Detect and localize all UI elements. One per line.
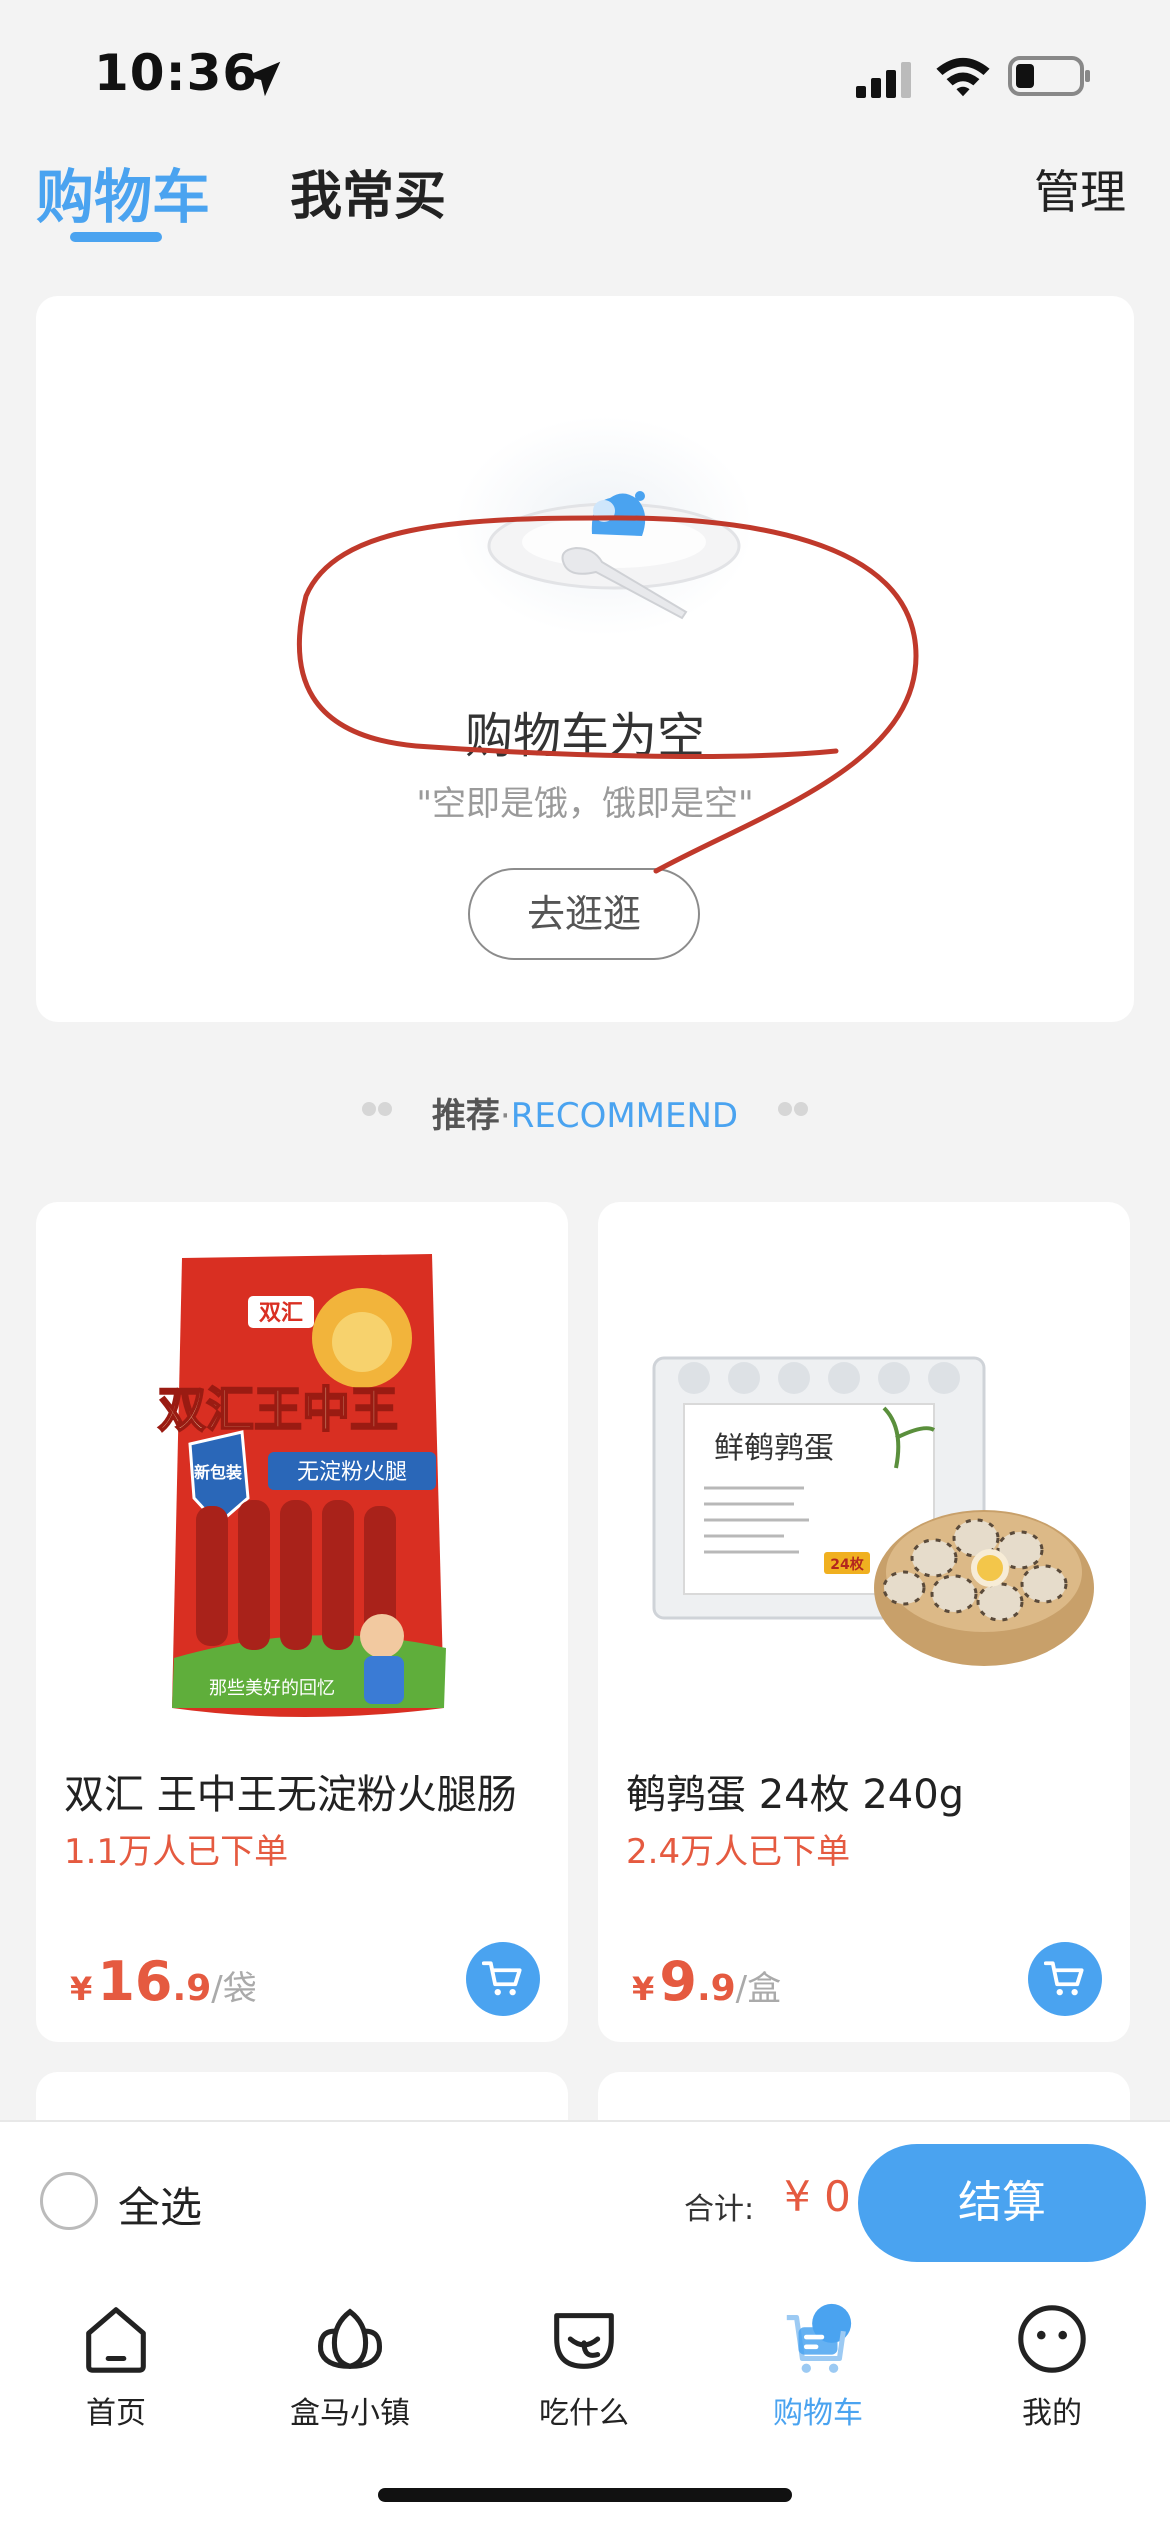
package-slogan-text: 那些美好的回忆 [209,1678,335,1699]
battery-icon [1008,56,1090,96]
nav-label: 我的 [1022,2396,1082,2431]
status-time: 10:36 [94,44,259,102]
price-unit: /袋 [211,1969,257,2009]
checkout-bar: 全选 合计: ¥ 0 结算 [0,2120,1170,2270]
recommend-separator: · [499,1096,511,1136]
price-integer: 16 [97,1950,173,2013]
tab-frequently-bought[interactable]: 我常买 [290,154,446,229]
bowl-icon [554,2313,614,2369]
tab-shopping-cart[interactable]: 购物车 [36,150,210,234]
nav-item-what-to-eat[interactable]: 吃什么 [484,2300,684,2432]
price-unit: /盒 [735,1969,782,2009]
price-currency: ¥ [70,1970,93,2008]
add-to-cart-button[interactable] [1028,1942,1102,2016]
recommend-label-cn: 推荐 [431,1096,500,1136]
product-name[interactable]: 双汇 王中王无淀粉火腿肠 [64,1762,544,1820]
nav-item-town[interactable]: 盒马小镇 [250,2300,450,2432]
sausage-package-image: 双汇 双汇王中王 无淀粉火腿 新包装 那些美好的回忆 [157,1254,446,1717]
product-name[interactable]: 鹌鹑蛋 24枚 240g [626,1762,1106,1820]
price-decimal: .9 [172,1968,212,2009]
add-to-cart-button[interactable] [466,1942,540,2016]
home-indicator[interactable] [378,2488,792,2502]
recommend-label-en: RECOMMEND [510,1096,739,1136]
nav-label: 吃什么 [539,2396,629,2431]
package-count-text: 24枚 [830,1556,864,1573]
total-label: 合计: [684,2192,755,2227]
recommend-right-decoration [778,1102,808,1116]
cellular-signal-icon [856,62,911,98]
package-badge-text: 新包装 [194,1463,242,1482]
cart-icon [482,1961,522,1996]
recommend-heading: 推荐·RECOMMEND [0,1088,1170,1137]
product-price: ¥ 9.9/盒 [632,1950,781,2013]
home-icon [86,2307,146,2373]
quail-eggs-package-image: 鲜鹌鹑蛋 24枚 [652,1356,1094,1666]
product-card[interactable]: 鲜鹌鹑蛋 24枚 鹌鹑蛋 24枚 240g 2.4万人已下单 ¥ 9.9/盒 [598,1202,1130,2042]
nav-item-home[interactable]: 首页 [16,2300,216,2432]
nav-item-profile[interactable]: 我的 [952,2300,1152,2432]
flower-icon [318,2308,382,2369]
cart-icon [786,2303,852,2373]
package-brand-text: 双汇 [259,1301,303,1326]
price-currency: ¥ [632,1970,655,2008]
go-shopping-button[interactable]: 去逛逛 [468,868,700,960]
smiley-face-icon [1018,2305,1086,2373]
price-integer: 9 [659,1950,697,2013]
product-price: ¥ 16.9/袋 [70,1950,257,2013]
select-all-radio[interactable] [40,2172,98,2230]
product-sales-count: 1.1万人已下单 [64,1832,289,1872]
nav-label: 盒马小镇 [290,2396,410,2431]
product-card[interactable]: 双汇 双汇王中王 无淀粉火腿 新包装 那些美好的回忆 双汇 王中王无淀粉火腿肠 … [36,1202,568,2042]
package-title-text: 鲜鹌鹑蛋 [714,1431,834,1466]
price-decimal: .9 [696,1968,736,2009]
nav-label: 购物车 [773,2396,863,2431]
empty-cart-title: 购物车为空 [464,708,705,764]
manage-button[interactable]: 管理 [1034,156,1126,222]
nav-item-cart[interactable]: 购物车 [718,2300,918,2432]
product-sales-count: 2.4万人已下单 [626,1832,851,1872]
nav-label: 首页 [86,2396,146,2431]
shopping-cart-screen: 10:36 购物车 我常买 管理 购物车为空 "空即是饿，饿即是空" 去逛逛 推… [0,0,1170,2532]
checkout-button[interactable]: 结算 [858,2144,1146,2262]
active-tab-indicator [70,232,162,242]
location-arrow-icon [245,61,281,97]
package-title-text: 双汇王中王 [158,1382,398,1438]
package-tag-text: 无淀粉火腿 [297,1460,407,1485]
status-bar: 10:36 [0,0,1170,150]
empty-cart-subtitle: "空即是饿，饿即是空" [416,784,754,824]
empty-cart-card: 购物车为空 "空即是饿，饿即是空" 去逛逛 [36,296,1134,1022]
select-all-label[interactable]: 全选 [118,2174,202,2235]
wifi-icon [936,57,990,97]
total-value: ¥ 0 [784,2172,851,2221]
empty-plate-illustration [454,416,754,636]
cart-icon [1044,1961,1084,1996]
